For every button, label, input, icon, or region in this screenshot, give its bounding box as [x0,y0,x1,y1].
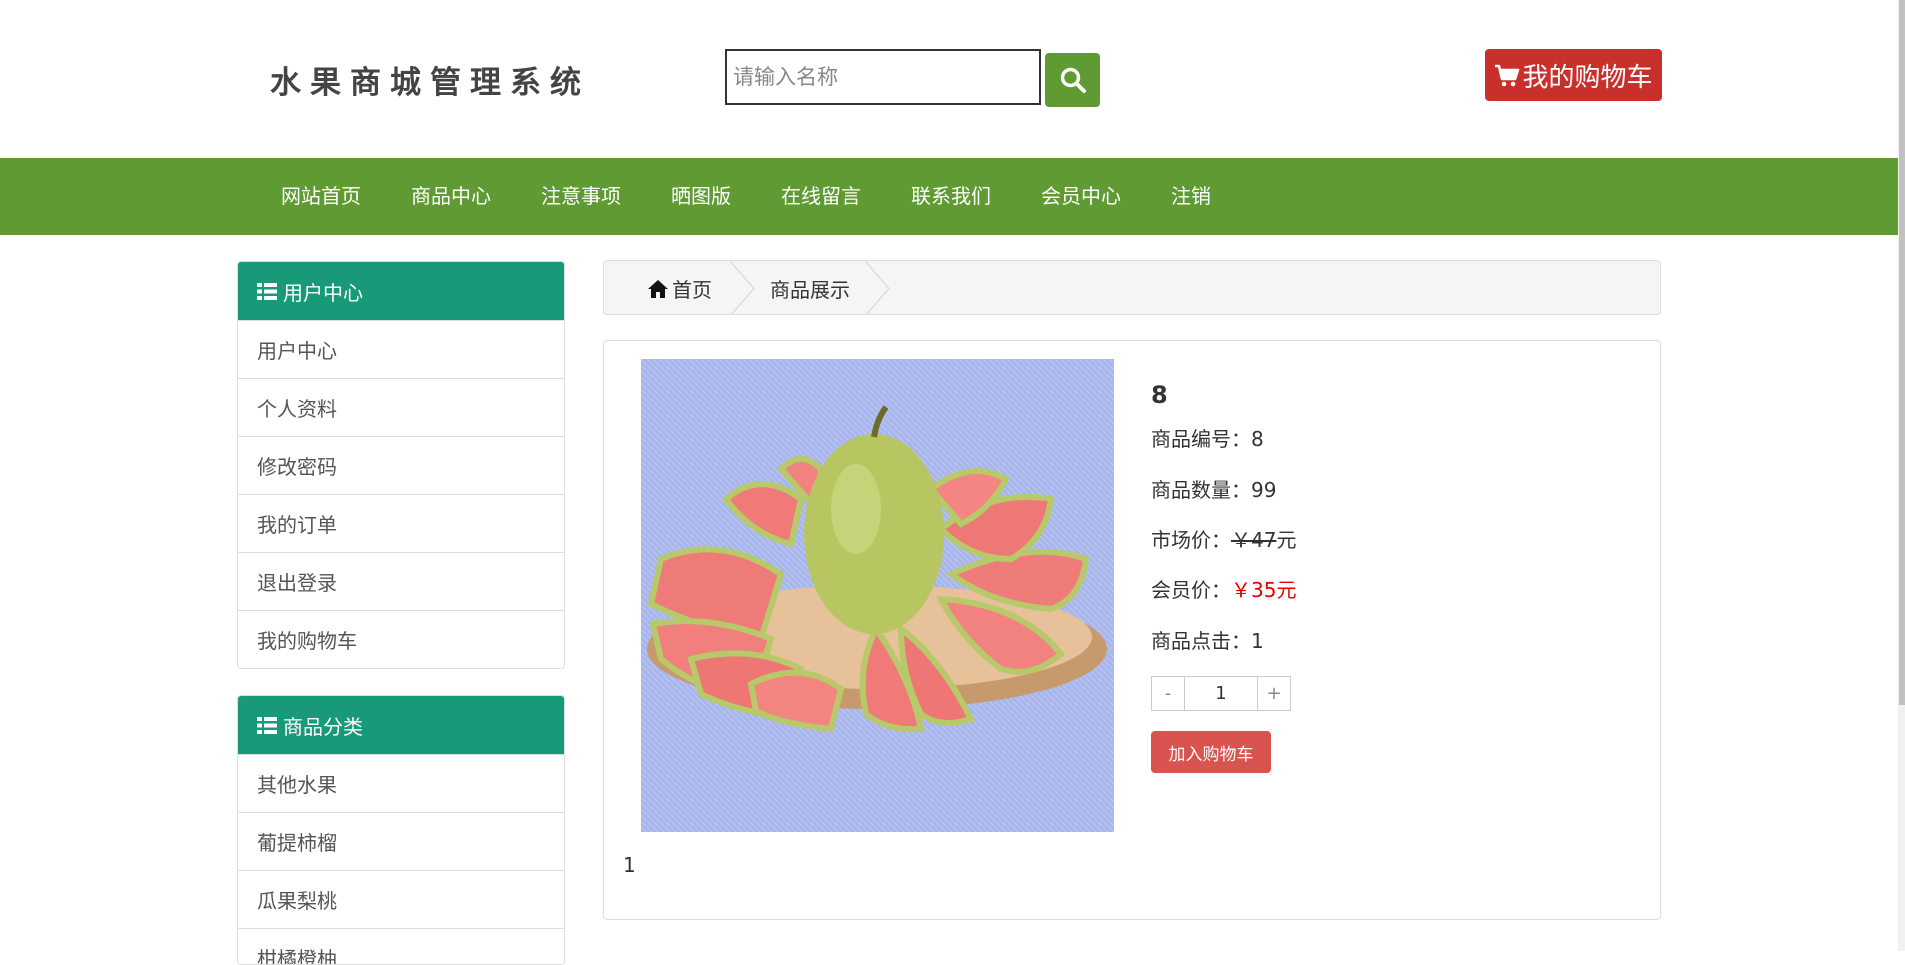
market-price-value: ￥47 [1231,528,1277,552]
home-icon [648,279,668,298]
quantity-decrease-button[interactable]: - [1151,676,1185,711]
sidebar-item-change-password[interactable]: 修改密码 [238,436,564,494]
main-nav: 网站首页 商品中心 注意事项 晒图版 在线留言 联系我们 会员中心 注销 [0,158,1898,235]
quantity-input[interactable] [1185,676,1257,711]
market-price-label: 市场价： [1151,528,1231,552]
product-description: 1 [623,853,636,877]
nav-item-messages[interactable]: 在线留言 [756,158,886,235]
user-center-panel: 用户中心 用户中心 个人资料 修改密码 我的订单 退出登录 我的购物车 [237,261,565,669]
product-id-value: 8 [1251,427,1264,451]
nav-item-logout[interactable]: 注销 [1146,158,1236,235]
sidebar-item-my-orders[interactable]: 我的订单 [238,494,564,552]
my-cart-label: 我的购物车 [1522,62,1653,93]
breadcrumb-current: 商品展示 [770,278,850,302]
market-price-line: 市场价：￥47元 [1151,524,1296,553]
product-name: 8 [1151,381,1168,409]
breadcrumb-home[interactable]: 首页 [647,261,712,314]
breadcrumb: 首页 商品展示 [603,260,1661,315]
user-center-title: 用户中心 [283,280,363,305]
member-price-value: ￥35元 [1231,578,1297,602]
breadcrumb-separator [864,261,890,314]
category-item-other-fruits[interactable]: 其他水果 [238,754,564,812]
category-header: 商品分类 [238,696,564,754]
quantity-stepper: - + [1151,676,1291,711]
search-button[interactable] [1045,53,1100,107]
nav-item-contact[interactable]: 联系我们 [886,158,1016,235]
product-id-label: 商品编号： [1151,427,1251,451]
nav-item-home[interactable]: 网站首页 [256,158,386,235]
product-clicks-line: 商品点击：1 [1151,625,1264,654]
breadcrumb-home-label: 首页 [672,278,712,302]
shopping-cart-icon [1495,64,1520,87]
member-price-label: 会员价： [1151,578,1231,602]
category-item-citrus[interactable]: 柑橘橙柚 [238,928,564,964]
sidebar-item-profile[interactable]: 个人资料 [238,378,564,436]
market-price-unit: 元 [1276,528,1297,552]
my-cart-button[interactable]: 我的购物车 [1485,49,1662,101]
member-price-line: 会员价：￥35元 [1151,574,1296,603]
product-image [641,359,1114,832]
header: 水果商城管理系统 我的购物车 [0,0,1905,158]
sidebar-item-my-cart[interactable]: 我的购物车 [238,610,564,668]
add-to-cart-button[interactable]: 加入购物车 [1151,731,1271,773]
product-stock-line: 商品数量：99 [1151,474,1276,503]
product-detail-panel: 8 商品编号：8 商品数量：99 市场价：￥47元 会员价：￥35元 商品点击：… [603,340,1661,920]
list-icon [257,282,277,300]
product-clicks-value: 1 [1251,629,1264,653]
nav-item-notices[interactable]: 注意事项 [516,158,646,235]
category-item-grapes[interactable]: 葡提柿榴 [238,812,564,870]
search-icon [1060,67,1086,93]
page-scrollbar-thumb[interactable] [1899,0,1905,705]
sidebar-item-user-center[interactable]: 用户中心 [238,320,564,378]
sidebar-item-logout[interactable]: 退出登录 [238,552,564,610]
breadcrumb-separator [729,261,755,314]
product-stock-value: 99 [1251,478,1277,502]
quantity-increase-button[interactable]: + [1257,676,1291,711]
category-title: 商品分类 [283,714,363,739]
search-input[interactable] [725,49,1041,105]
category-panel: 商品分类 其他水果 葡提柿榴 瓜果梨桃 柑橘橙柚 [237,695,565,965]
product-stock-label: 商品数量： [1151,478,1251,502]
site-title: 水果商城管理系统 [270,65,590,101]
nav-item-products[interactable]: 商品中心 [386,158,516,235]
product-clicks-label: 商品点击： [1151,629,1251,653]
user-center-header: 用户中心 [238,262,564,320]
list-icon [257,716,277,734]
nav-item-member-center[interactable]: 会员中心 [1016,158,1146,235]
nav-item-photo-board[interactable]: 晒图版 [646,158,756,235]
category-item-melons[interactable]: 瓜果梨桃 [238,870,564,928]
product-id-line: 商品编号：8 [1151,423,1264,452]
